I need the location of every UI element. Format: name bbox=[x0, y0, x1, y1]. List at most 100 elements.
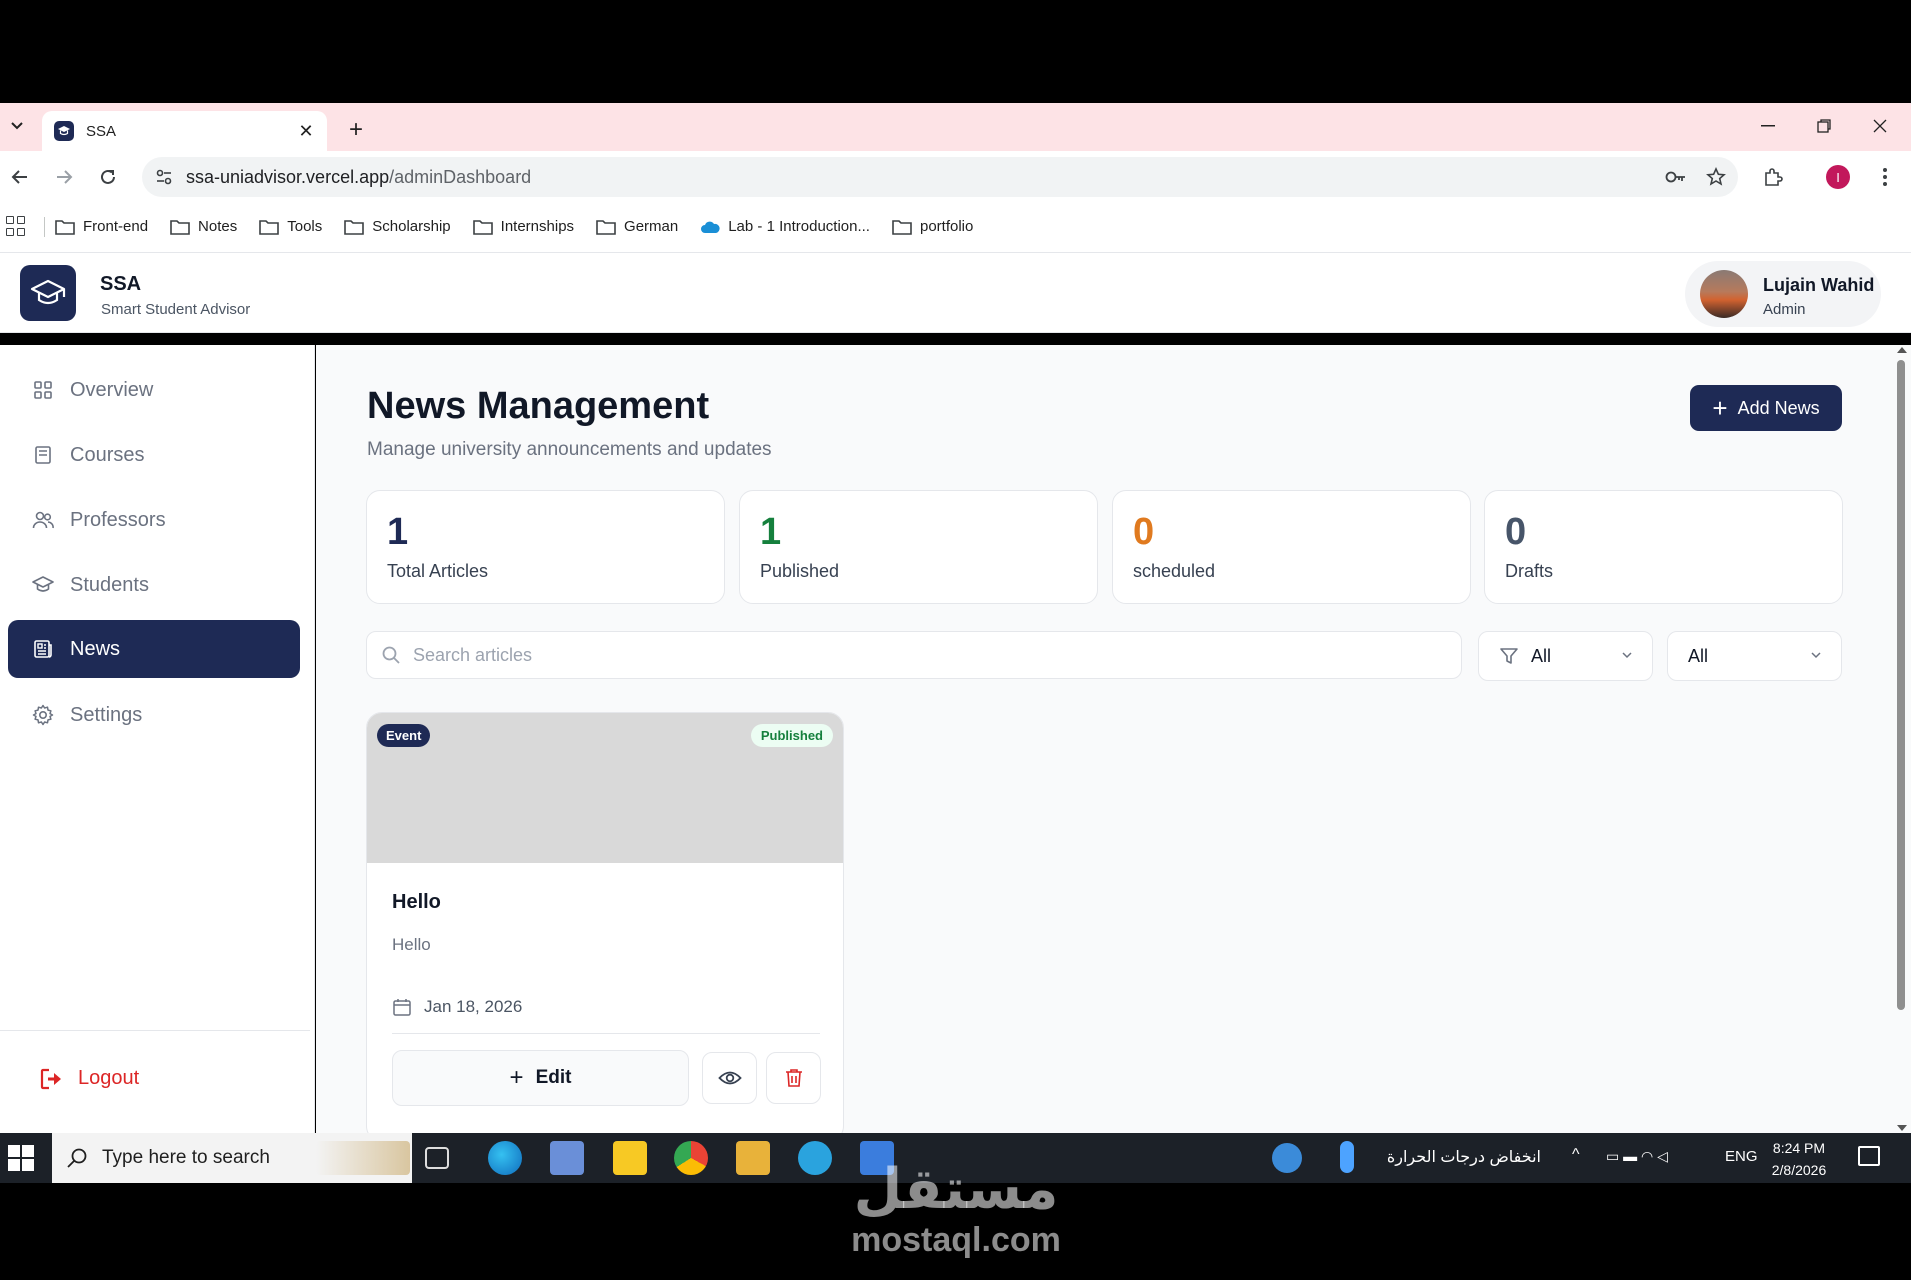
sidebar-item-label: Courses bbox=[70, 443, 145, 466]
site-settings-icon[interactable] bbox=[146, 159, 182, 195]
app-logo[interactable] bbox=[20, 265, 76, 321]
watermark-arabic: مستقل bbox=[853, 1157, 1059, 1222]
user-name: Lujain Wahid bbox=[1763, 275, 1875, 295]
sidebar-item-label: Students bbox=[70, 573, 149, 596]
sidebar-item-professors[interactable]: Professors bbox=[8, 491, 300, 549]
reload-button[interactable] bbox=[94, 163, 122, 191]
search-icon bbox=[67, 1148, 87, 1168]
laptop-app-icon[interactable] bbox=[550, 1141, 584, 1175]
bookmark-folder[interactable]: German bbox=[596, 218, 678, 235]
clock-date: 2/8/2026 bbox=[1771, 1162, 1827, 1178]
news-card-date: Jan 18, 2026 bbox=[392, 997, 522, 1017]
browser-tab[interactable]: SSA ✕ bbox=[42, 111, 327, 151]
search-highlight-icon bbox=[316, 1141, 410, 1175]
user-menu[interactable]: Lujain Wahid Admin bbox=[1685, 261, 1881, 327]
bookmark-separator bbox=[44, 216, 45, 237]
bookmark-folder[interactable]: Tools bbox=[259, 218, 322, 235]
chevron-down-icon bbox=[1811, 652, 1821, 659]
close-tab-icon[interactable]: ✕ bbox=[297, 121, 315, 141]
sticky-notes-icon[interactable] bbox=[613, 1141, 647, 1175]
password-key-icon[interactable] bbox=[1658, 159, 1694, 195]
category-filter-select[interactable]: All bbox=[1478, 631, 1653, 681]
newspaper-icon bbox=[32, 638, 54, 660]
sidebar-item-settings[interactable]: Settings bbox=[8, 686, 300, 744]
url-host: ssa-uniadvisor.vercel.app bbox=[186, 166, 390, 187]
grid-icon bbox=[32, 379, 54, 401]
bookmarks-bar: Front-end Notes Tools Scholarship Intern… bbox=[0, 201, 1911, 253]
new-tab-button[interactable]: + bbox=[343, 116, 369, 143]
extensions-button[interactable] bbox=[1758, 162, 1788, 192]
bookmark-star-icon[interactable] bbox=[1698, 159, 1734, 195]
restore-button[interactable] bbox=[1800, 111, 1848, 141]
add-news-button[interactable]: + Add News bbox=[1690, 385, 1842, 431]
sidebar-item-label: Overview bbox=[70, 378, 154, 401]
stat-card-drafts: 0 Drafts bbox=[1484, 490, 1843, 604]
chrome-icon[interactable] bbox=[674, 1141, 708, 1175]
edge-browser-icon[interactable] bbox=[488, 1141, 522, 1175]
view-button[interactable] bbox=[702, 1052, 757, 1104]
reload-icon bbox=[101, 169, 115, 184]
book-icon bbox=[32, 444, 54, 466]
bookmark-link[interactable]: Lab - 1 Introduction... bbox=[700, 218, 870, 235]
sidebar-item-overview[interactable]: Overview bbox=[8, 361, 300, 419]
scroll-thumb[interactable] bbox=[1897, 360, 1905, 1010]
sidebar-item-students[interactable]: Students bbox=[8, 556, 300, 614]
scroll-down-arrow[interactable] bbox=[1897, 1125, 1907, 1131]
clock[interactable]: 8:24 PM 2/8/2026 bbox=[1764, 1137, 1834, 1181]
address-bar[interactable]: ssa-uniadvisor.vercel.app/adminDashboard bbox=[142, 157, 1738, 197]
notification-icon[interactable] bbox=[1858, 1146, 1880, 1166]
bookmark-folder[interactable]: Front-end bbox=[55, 218, 148, 235]
sidebar-item-courses[interactable]: Courses bbox=[8, 426, 300, 484]
app-header: SSA Smart Student Advisor Lujain Wahid A… bbox=[0, 253, 1911, 333]
weather-text[interactable]: انخفاض درجات الحرارة bbox=[1376, 1147, 1541, 1167]
stat-label: Drafts bbox=[1505, 561, 1554, 581]
telegram-icon[interactable] bbox=[798, 1141, 832, 1175]
restore-icon bbox=[1817, 119, 1831, 133]
taskbar-search-placeholder: Type here to search bbox=[102, 1147, 270, 1168]
minimize-button[interactable] bbox=[1744, 111, 1792, 141]
back-button[interactable] bbox=[6, 163, 34, 191]
bookmark-folder[interactable]: portfolio bbox=[892, 218, 973, 235]
arrow-right-icon bbox=[57, 170, 73, 184]
cloud-icon bbox=[701, 221, 720, 233]
forward-button[interactable] bbox=[50, 163, 78, 191]
delete-button[interactable] bbox=[766, 1052, 821, 1104]
bookmark-label: Internships bbox=[500, 218, 575, 235]
news-card-title: Hello bbox=[392, 891, 441, 913]
stat-card-scheduled: 0 scheduled bbox=[1112, 490, 1471, 604]
chevron-up-icon[interactable]: ^ bbox=[1572, 1146, 1580, 1164]
bookmark-label: Front-end bbox=[83, 218, 149, 235]
help-icon[interactable] bbox=[1272, 1143, 1302, 1173]
apps-grid-icon[interactable] bbox=[6, 215, 28, 238]
close-window-button[interactable] bbox=[1856, 111, 1904, 141]
tray-icons[interactable]: ▭ ▬ ◠ ◁ bbox=[1606, 1148, 1668, 1165]
bookmark-label: German bbox=[624, 218, 679, 235]
stat-value: 0 bbox=[1133, 511, 1155, 553]
stat-value: 1 bbox=[387, 511, 409, 553]
stat-label: Total Articles bbox=[387, 561, 489, 581]
tab-search-button[interactable] bbox=[4, 113, 30, 139]
file-explorer-icon[interactable] bbox=[736, 1141, 770, 1175]
page-scrollbar[interactable] bbox=[1893, 345, 1911, 1133]
status-filter-select[interactable]: All bbox=[1667, 631, 1842, 681]
search-input[interactable] bbox=[413, 644, 1413, 666]
windows-start-icon[interactable] bbox=[8, 1145, 34, 1171]
url-path: /adminDashboard bbox=[389, 166, 532, 187]
language-indicator[interactable]: ENG bbox=[1725, 1148, 1758, 1165]
profile-button[interactable]: I bbox=[1823, 162, 1853, 192]
bookmark-folder[interactable]: Notes bbox=[170, 218, 237, 235]
bookmark-folder[interactable]: Internships bbox=[472, 218, 575, 235]
stat-label: Published bbox=[760, 561, 840, 581]
search-icon bbox=[382, 646, 400, 664]
browser-menu-button[interactable] bbox=[1870, 162, 1900, 192]
eye-icon bbox=[717, 1071, 742, 1085]
screen: SSA ✕ + ssa-uniadvisor.vercel.app/adminD… bbox=[0, 0, 1911, 1280]
task-view-icon[interactable] bbox=[425, 1147, 449, 1169]
sidebar-item-news[interactable]: News bbox=[8, 620, 300, 678]
scroll-up-arrow[interactable] bbox=[1897, 347, 1907, 353]
logout-button[interactable]: Logout bbox=[40, 1067, 139, 1090]
stat-card-published: 1 Published bbox=[739, 490, 1098, 604]
edit-button[interactable]: + Edit bbox=[392, 1050, 689, 1106]
bookmark-folder[interactable]: Scholarship bbox=[344, 218, 451, 235]
ssa-favicon-icon bbox=[54, 121, 74, 141]
